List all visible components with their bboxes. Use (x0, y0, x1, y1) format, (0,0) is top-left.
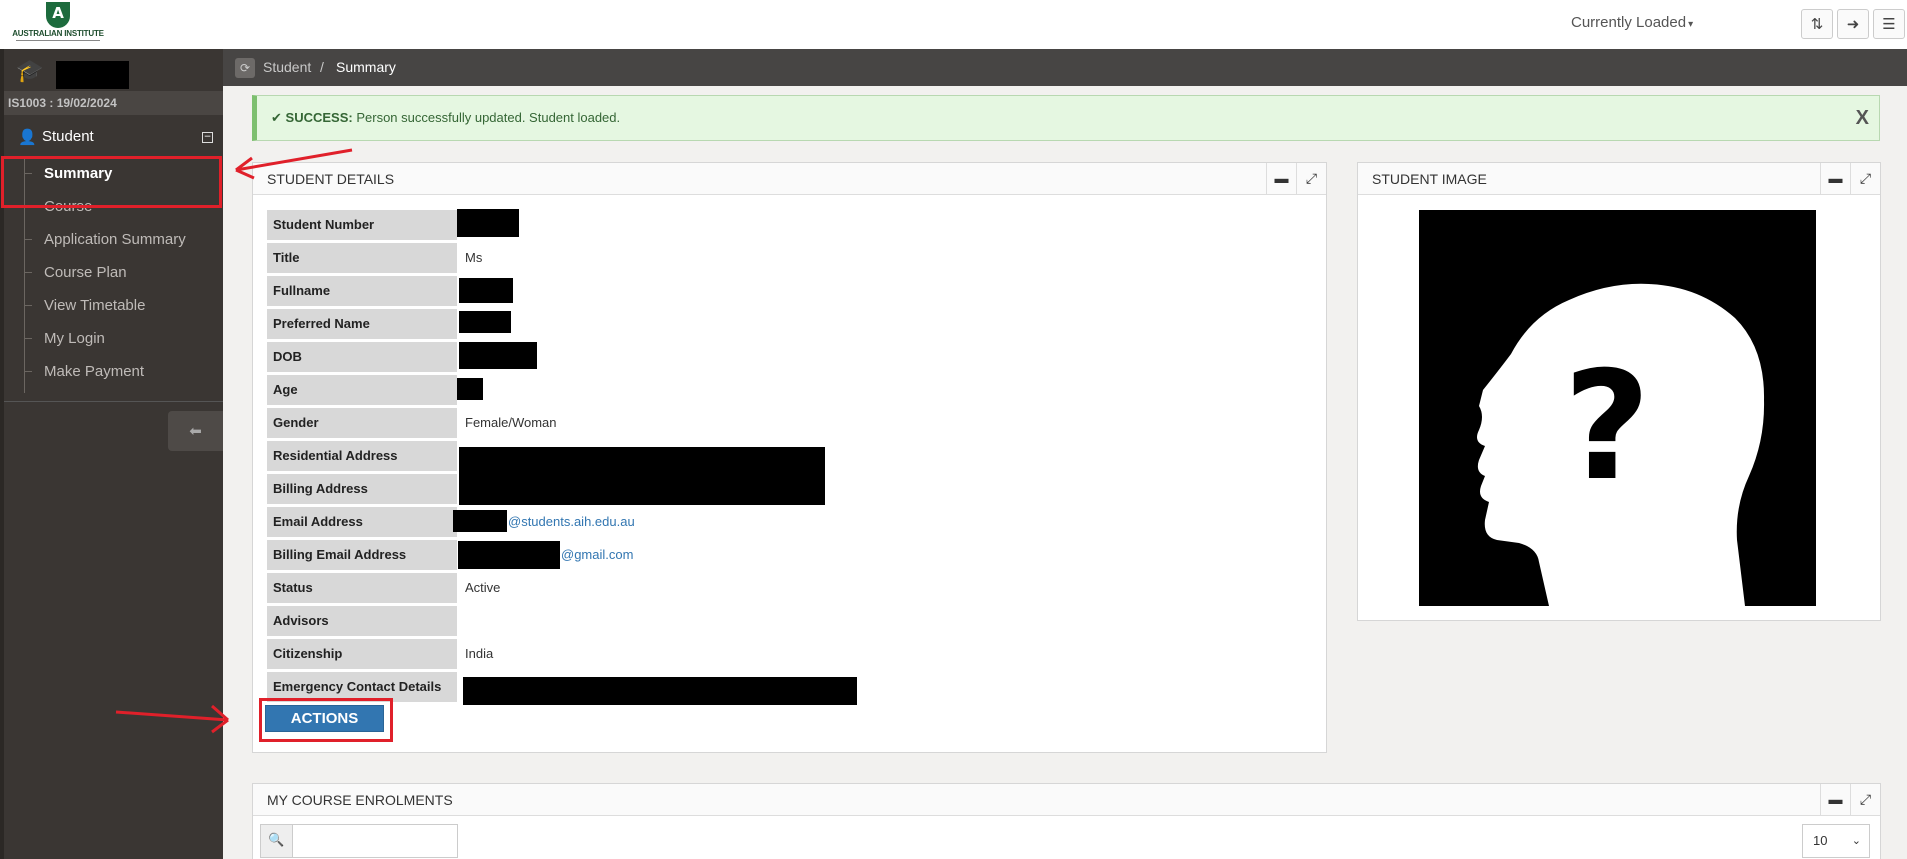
annotation-arrow-actions (115, 710, 229, 722)
annotation-arrows (115, 148, 353, 734)
annotation-arrow-summary (235, 148, 353, 172)
